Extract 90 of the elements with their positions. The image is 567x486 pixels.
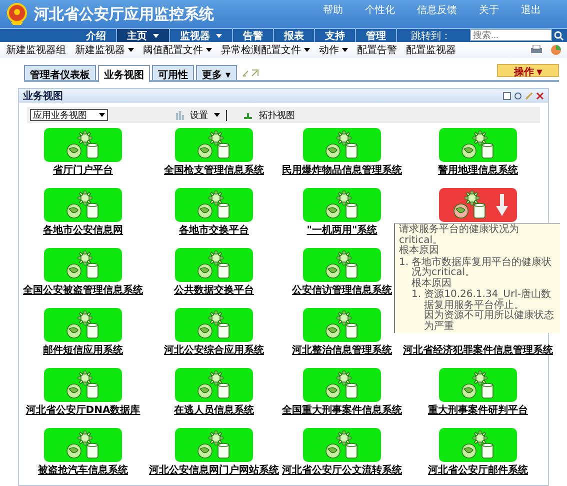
- list-marker: 1.: [412, 290, 422, 302]
- topology-icon: [243, 110, 253, 120]
- monitor-link[interactable]: 各地市公安信息网: [43, 225, 123, 237]
- tooltip-heading: 根本原因: [412, 278, 453, 289]
- nav-tab[interactable]: 主页: [117, 29, 170, 42]
- status-tile[interactable]: [439, 368, 517, 402]
- toolbar-menu[interactable]: 动作: [319, 43, 348, 57]
- caret-icon: [128, 48, 134, 52]
- status-tile[interactable]: [175, 308, 253, 342]
- monitor-link[interactable]: 公共数据交换平台: [174, 285, 254, 297]
- view-tab[interactable]: 管理者仪表板: [24, 65, 96, 80]
- tooltip-heading: 根本原因: [399, 246, 440, 256]
- minimize-icon[interactable]: [503, 92, 511, 100]
- search-icon[interactable]: [554, 30, 564, 42]
- monitor-link[interactable]: 河北省经济犯罪案件信息管理系统: [403, 345, 553, 357]
- down-arrow-icon: [496, 194, 508, 216]
- toolbar-menu[interactable]: 配置监视器: [406, 43, 456, 57]
- tooltip-reason: 因为资源不可用所以健康状态为严重: [424, 311, 556, 332]
- list-marker: 1.: [399, 258, 409, 270]
- monitor-link[interactable]: "一机两用"系统: [306, 225, 378, 237]
- status-tile[interactable]: [175, 128, 253, 162]
- monitor-link[interactable]: 全国公安被盗管理信息系统: [23, 285, 143, 297]
- emblem-icon: [6, 2, 28, 26]
- monitor-link[interactable]: 公安信访管理信息系统: [292, 285, 392, 297]
- status-tile[interactable]: [303, 308, 381, 342]
- monitor-link[interactable]: 河北公安综合应用系统: [164, 345, 264, 357]
- status-tile[interactable]: [175, 188, 253, 222]
- status-tile[interactable]: [175, 368, 253, 402]
- pie-chart-icon[interactable]: [551, 45, 561, 55]
- topology-link[interactable]: 拓扑视图: [259, 108, 295, 122]
- panel-title: 业务视图: [23, 90, 64, 103]
- status-tile[interactable]: [439, 128, 517, 162]
- status-tile[interactable]: [439, 428, 517, 462]
- monitor-link[interactable]: 被盗抢汽车信息系统: [38, 465, 128, 477]
- caret-icon: [206, 48, 212, 52]
- jump-label: 跳转到：: [410, 30, 452, 42]
- printer-icon[interactable]: [531, 45, 542, 55]
- caret-icon: [342, 48, 348, 52]
- status-tile[interactable]: [44, 188, 122, 222]
- tooltip-item: 各地市数据库复用平台的健康状况为critical。: [412, 258, 553, 278]
- status-tile[interactable]: [303, 428, 381, 462]
- status-tile[interactable]: [175, 248, 253, 282]
- status-tile[interactable]: [303, 368, 381, 402]
- status-tile[interactable]: [175, 428, 253, 462]
- toolbar-menu[interactable]: 新建监视器组: [6, 43, 66, 57]
- toolbar-menu[interactable]: 配置告警: [357, 43, 397, 57]
- close-icon[interactable]: [536, 92, 544, 100]
- monitor-link[interactable]: 全国枪支管理信息系统: [164, 165, 264, 177]
- search-field[interactable]: 搜索...: [470, 29, 552, 41]
- status-tile[interactable]: [303, 188, 381, 222]
- monitor-link[interactable]: 邮件短信应用系统: [43, 345, 123, 357]
- tooltip-summary: 请求服务平台的健康状况为critical。: [399, 225, 520, 246]
- status-tile[interactable]: [44, 368, 122, 402]
- caret-icon: [216, 34, 222, 38]
- status-tile[interactable]: [439, 188, 517, 222]
- toolbar-menu[interactable]: 异常检测配置文件: [221, 43, 310, 57]
- monitor-link[interactable]: 警用地理信息系统: [438, 165, 518, 177]
- monitor-link[interactable]: 在逃人员信息系统: [174, 405, 254, 417]
- view-select[interactable]: 应用业务视图: [30, 109, 108, 121]
- status-tile[interactable]: [44, 308, 122, 342]
- status-tile[interactable]: [44, 248, 122, 282]
- view-tab[interactable]: 更多 ▾: [196, 65, 237, 80]
- monitor-link[interactable]: 河北整治信息管理系统: [292, 345, 392, 357]
- settings-bars-icon: [175, 110, 184, 120]
- actions-button[interactable]: 操作 ▾: [497, 64, 559, 77]
- caret-icon: [153, 34, 159, 38]
- monitor-link[interactable]: 河北省公安厅邮件系统: [428, 465, 528, 477]
- caret-icon: [99, 113, 105, 117]
- settings-menu[interactable]: 设置: [190, 108, 208, 122]
- monitor-link[interactable]: 全国重大刑事案件信息系统: [282, 405, 402, 417]
- caret-icon: [214, 113, 220, 117]
- tooltip-item: 资源10.26.1.34_Url-唐山数据复用服务平台停止。: [424, 290, 551, 310]
- edit-tabs-icon[interactable]: [242, 68, 260, 77]
- toolbar-menu[interactable]: 阈值配置文件: [143, 43, 212, 57]
- view-tab[interactable]: 可用性: [152, 65, 194, 80]
- view-tab[interactable]: 业务视图: [98, 65, 150, 82]
- caret-icon: [304, 48, 310, 52]
- monitor-link[interactable]: 民用爆炸物品信息管理系统: [282, 165, 402, 177]
- monitor-link[interactable]: 河北省公安厅DNA数据库: [26, 405, 140, 417]
- status-tile[interactable]: [303, 128, 381, 162]
- status-tile[interactable]: [303, 248, 381, 282]
- monitor-link[interactable]: 河北省公安厅公文流转系统: [282, 465, 402, 477]
- monitor-link[interactable]: 省厅门户平台: [53, 165, 113, 177]
- toolbar-menu[interactable]: 新建监视器: [75, 43, 134, 57]
- status-tile[interactable]: [44, 428, 122, 462]
- app-title: 河北省公安厅应用监控系统: [34, 4, 215, 24]
- monitor-link[interactable]: 河北公安信息网门户网站系统: [149, 465, 279, 477]
- monitor-link[interactable]: 各地市交换平台: [179, 225, 249, 237]
- monitor-link[interactable]: 重大刑事案件研判平台: [428, 405, 528, 417]
- status-tile[interactable]: [44, 128, 122, 162]
